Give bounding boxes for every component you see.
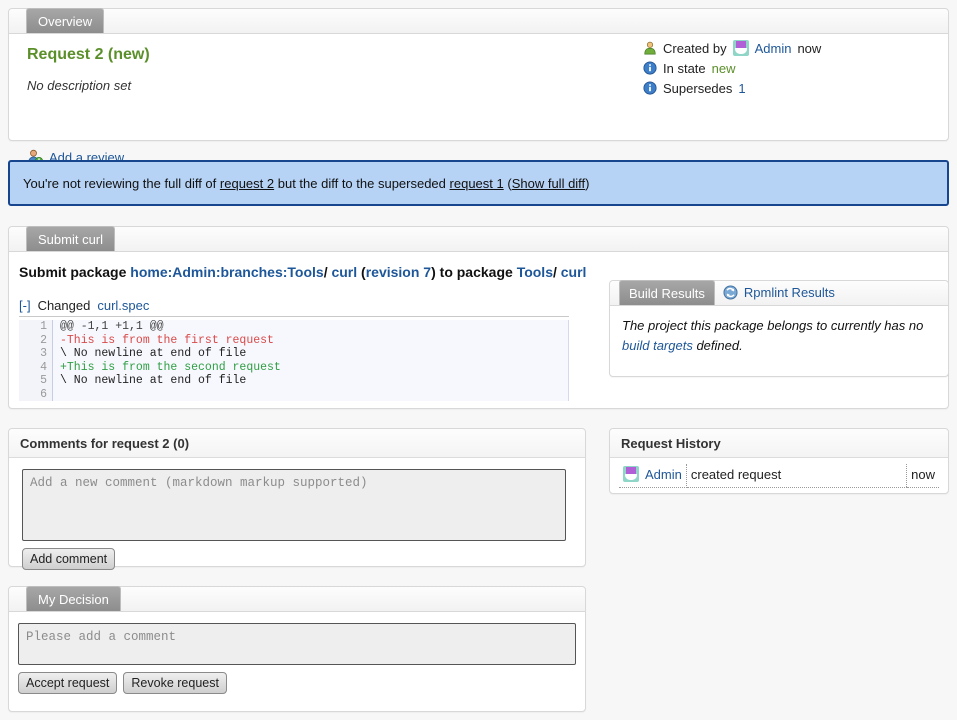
accept-request-button[interactable]: Accept request xyxy=(18,672,117,694)
in-state-label: In state xyxy=(663,61,706,76)
supersedes-link[interactable]: 1 xyxy=(738,81,745,96)
supersedes-label: Supersedes xyxy=(663,81,732,96)
comment-input[interactable] xyxy=(22,469,566,541)
comments-panel: Comments for request 2 (0) Add comment xyxy=(8,428,586,567)
diff-line-text: +This is from the second request xyxy=(53,361,569,375)
created-when: now xyxy=(797,41,821,56)
build-message-pre: The project this package belongs to curr… xyxy=(622,318,923,333)
meta-created-by: Created by Admin now xyxy=(643,38,821,58)
meta-in-state: In state new xyxy=(643,58,821,78)
show-full-diff-link[interactable]: Show full diff xyxy=(512,176,585,191)
diff-line-number: 2 xyxy=(19,334,53,348)
table-row: Admin created requestnow xyxy=(619,464,939,488)
decision-body: Accept request Revoke request xyxy=(9,612,585,694)
diff-divider xyxy=(19,316,569,317)
alert-text-2: but the diff to the superseded xyxy=(278,176,446,191)
tab-overview[interactable]: Overview xyxy=(26,8,104,33)
diff-line: 2-This is from the first request xyxy=(19,334,569,348)
path-separator: / xyxy=(553,264,557,280)
comments-heading: Comments for request 2 (0) xyxy=(9,429,585,458)
my-decision-panel: My Decision Accept request Revoke reques… xyxy=(8,586,586,712)
tab-rpmlint-label: Rpmlint Results xyxy=(744,280,835,305)
page-title: Request 2 (new) xyxy=(27,46,150,64)
alert-paren-close: ) xyxy=(585,176,589,191)
diff-line: 5\ No newline at end of file xyxy=(19,374,569,388)
rev-paren-close: ) xyxy=(431,264,436,280)
history-table: Admin created requestnow xyxy=(619,464,939,488)
build-tabbar: Build Results Rpmlint Results xyxy=(610,281,948,306)
request-history-panel: Request History Admin created requestnow xyxy=(609,428,949,494)
created-by-user-link[interactable]: Admin xyxy=(755,41,792,56)
diff-line-text: \ No newline at end of file xyxy=(53,347,569,361)
revision-link[interactable]: revision 7 xyxy=(366,264,431,280)
diff-line-text xyxy=(53,388,569,402)
user-icon xyxy=(643,41,657,55)
alert-text-1: You're not reviewing the full diff of xyxy=(23,176,216,191)
diff-line-number: 6 xyxy=(19,388,53,402)
diff-table: 1@@ -1,1 +1,1 @@2-This is from the first… xyxy=(19,320,569,401)
submit-tabbar: Submit curl xyxy=(9,227,948,252)
overview-body: Request 2 (new) No description set Add a… xyxy=(9,34,948,140)
diff-line: 4+This is from the second request xyxy=(19,361,569,375)
refresh-icon xyxy=(723,285,738,300)
diff-line-text: @@ -1,1 +1,1 @@ xyxy=(53,320,569,334)
history-time-cell: now xyxy=(907,464,939,488)
tab-submit-curl[interactable]: Submit curl xyxy=(26,226,115,251)
diff-line-text: \ No newline at end of file xyxy=(53,374,569,388)
submit-middle: to package xyxy=(440,264,513,280)
submit-package-line: Submit package home:Admin:branches:Tools… xyxy=(19,264,586,280)
diff-line: 3\ No newline at end of file xyxy=(19,347,569,361)
tab-rpmlint-results[interactable]: Rpmlint Results xyxy=(715,280,843,305)
history-user-cell: Admin xyxy=(619,464,686,488)
revoke-request-button[interactable]: Revoke request xyxy=(123,672,227,694)
submit-prefix: Submit package xyxy=(19,264,126,280)
diff-line: 6 xyxy=(19,388,569,402)
target-project-link[interactable]: Tools xyxy=(517,264,553,280)
build-message-post: defined. xyxy=(696,338,742,353)
build-results-message: The project this package belongs to curr… xyxy=(610,306,948,356)
target-package-link[interactable]: curl xyxy=(561,264,587,280)
info-icon xyxy=(643,81,657,95)
diff-changed-label: Changed xyxy=(38,298,91,313)
request-description: No description set xyxy=(27,78,131,93)
request-history-body: Admin created requestnow xyxy=(610,458,948,488)
decision-tabbar: My Decision xyxy=(9,587,585,612)
avatar xyxy=(733,40,749,56)
diff-container: [-] Changed curl.spec 1@@ -1,1 +1,1 @@2-… xyxy=(19,298,579,401)
diff-line-number: 1 xyxy=(19,320,53,334)
request-history-heading: Request History xyxy=(610,429,948,458)
build-targets-link[interactable]: build targets xyxy=(622,338,693,353)
alert-request-2-link[interactable]: request 2 xyxy=(220,176,274,191)
diff-filename-link[interactable]: curl.spec xyxy=(97,298,149,313)
diff-line-text: -This is from the first request xyxy=(53,334,569,348)
decision-comment-input[interactable] xyxy=(18,623,576,665)
overview-tabbar: Overview xyxy=(9,9,948,34)
diff-line: 1@@ -1,1 +1,1 @@ xyxy=(19,320,569,334)
meta-supersedes: Supersedes 1 xyxy=(643,78,821,98)
source-project-link[interactable]: home:Admin:branches:Tools xyxy=(130,264,323,280)
diff-line-number: 4 xyxy=(19,361,53,375)
path-separator: / xyxy=(324,264,328,280)
comments-body: Add comment xyxy=(9,458,585,570)
decision-buttons: Accept request Revoke request xyxy=(18,665,585,694)
overview-panel: Overview Request 2 (new) No description … xyxy=(8,8,949,141)
tab-build-results[interactable]: Build Results xyxy=(619,280,715,305)
request-meta: Created by Admin now In state new xyxy=(643,38,821,98)
add-comment-button[interactable]: Add comment xyxy=(22,548,115,570)
diff-line-number: 5 xyxy=(19,374,53,388)
alert-request-1-link[interactable]: request 1 xyxy=(450,176,504,191)
build-results-panel: Build Results Rpmlint Results The projec… xyxy=(609,280,949,377)
status-badge: new xyxy=(712,61,736,76)
history-user-link[interactable]: Admin xyxy=(645,467,682,482)
avatar xyxy=(623,466,639,482)
diff-scope-alert: You're not reviewing the full diff of re… xyxy=(8,160,949,206)
created-by-label: Created by xyxy=(663,41,727,56)
tab-my-decision[interactable]: My Decision xyxy=(26,586,121,611)
diff-file-header: [-] Changed curl.spec xyxy=(19,298,579,316)
diff-line-number: 3 xyxy=(19,347,53,361)
collapse-toggle[interactable]: [-] xyxy=(19,298,31,313)
history-action-cell: created request xyxy=(686,464,906,488)
info-icon xyxy=(643,61,657,75)
source-package-link[interactable]: curl xyxy=(331,264,357,280)
